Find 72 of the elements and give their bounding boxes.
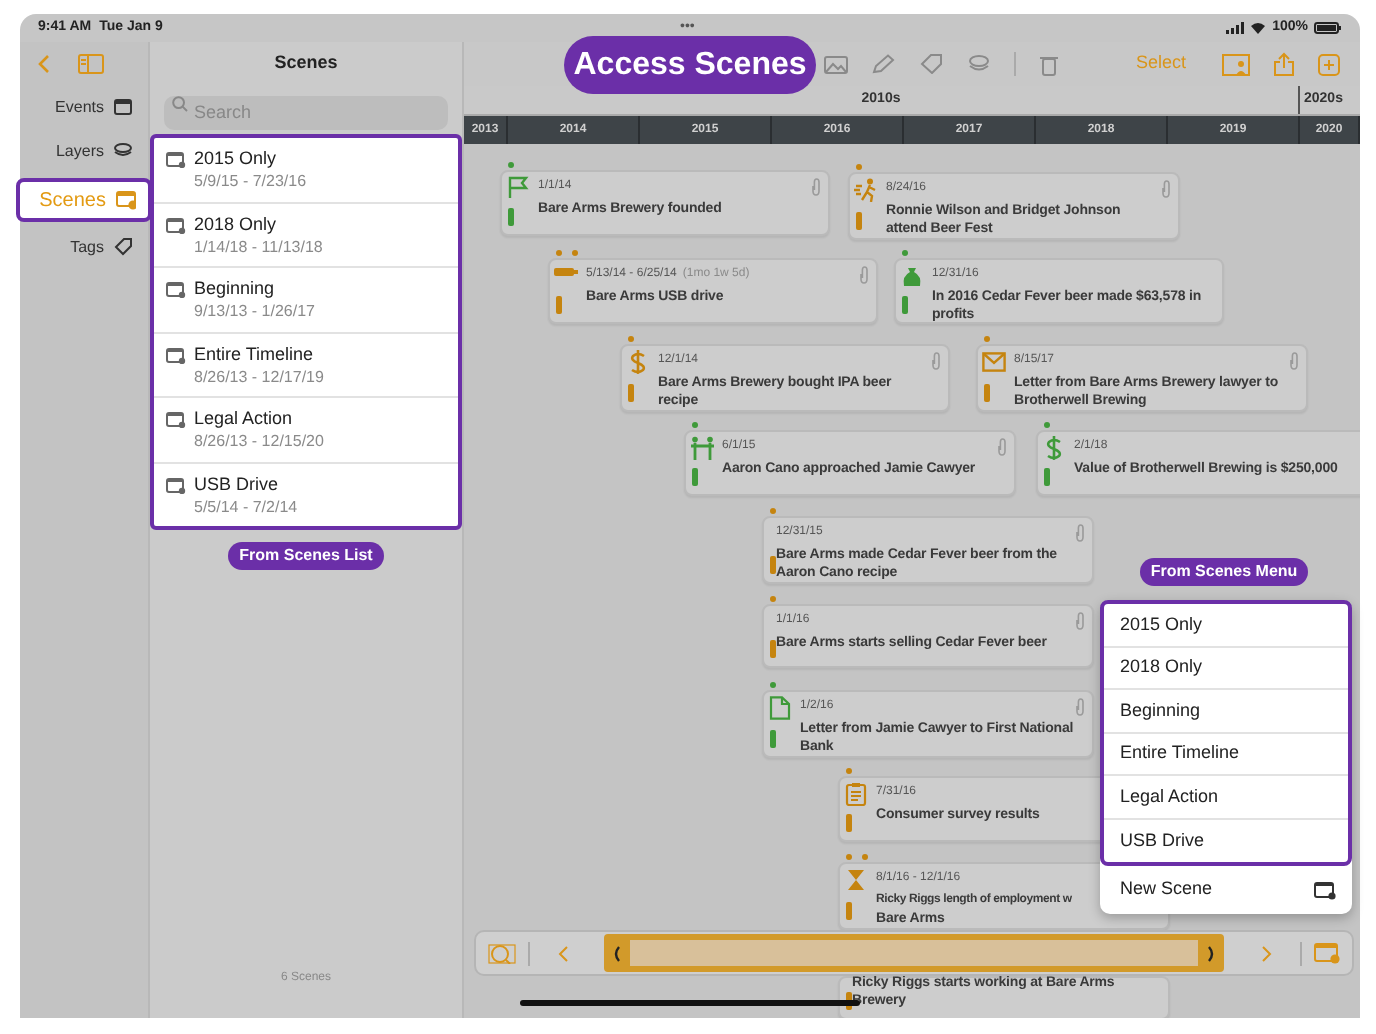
battery-icon bbox=[1314, 22, 1342, 34]
scene-icon[interactable] bbox=[1314, 942, 1340, 964]
bracket-left-icon bbox=[612, 945, 620, 961]
scene-icon bbox=[166, 412, 186, 428]
layers-icon[interactable] bbox=[968, 54, 990, 74]
search-icon bbox=[172, 95, 188, 111]
menu-item[interactable]: Legal Action bbox=[1104, 776, 1348, 819]
scene-name: Legal Action bbox=[194, 408, 295, 430]
chevron-left-icon[interactable] bbox=[558, 945, 568, 961]
presentation-icon[interactable] bbox=[1222, 53, 1250, 75]
menu-item[interactable]: 2015 Only bbox=[1104, 604, 1348, 647]
pencil-icon[interactable] bbox=[872, 54, 896, 74]
scene-dates: 8/26/13 - 12/15/20 bbox=[194, 430, 324, 452]
share-icon[interactable] bbox=[1274, 52, 1294, 76]
scene-icon bbox=[116, 190, 136, 210]
scene-dates: 5/9/15 - 7/23/16 bbox=[194, 170, 307, 192]
menu-item[interactable]: Entire Timeline bbox=[1104, 733, 1348, 776]
scene-row[interactable]: Legal Action 8/26/13 - 12/15/20 bbox=[154, 398, 458, 463]
calendar-icon bbox=[114, 98, 134, 118]
tag-icon bbox=[114, 238, 134, 258]
people-icon bbox=[690, 436, 714, 460]
callout-label: From Scenes Menu bbox=[1140, 558, 1308, 586]
back-icon[interactable] bbox=[38, 54, 50, 74]
sidebar-item[interactable]: Tags bbox=[20, 230, 148, 266]
callout-label: From Scenes List bbox=[227, 542, 385, 570]
wifi-icon bbox=[1250, 22, 1267, 34]
trash-icon[interactable] bbox=[1040, 53, 1058, 75]
scene-name: Entire Timeline bbox=[194, 343, 316, 365]
bracket-right-icon bbox=[1208, 945, 1216, 961]
tag-icon[interactable] bbox=[920, 54, 944, 74]
scene-row[interactable]: 2015 Only 5/9/15 - 7/23/16 bbox=[154, 138, 458, 203]
scene-icon bbox=[166, 282, 186, 298]
visible-range-handle[interactable] bbox=[604, 934, 1224, 972]
image-icon[interactable] bbox=[824, 55, 848, 73]
sidebar-icon[interactable] bbox=[78, 54, 104, 74]
scene-icon bbox=[166, 477, 186, 493]
add-icon[interactable] bbox=[1318, 53, 1340, 75]
document-icon bbox=[768, 696, 792, 720]
sidebar-item[interactable]: Events bbox=[20, 90, 148, 126]
layers-icon bbox=[114, 142, 134, 162]
scene-row[interactable]: 2018 Only 1/14/18 - 11/13/18 bbox=[154, 203, 458, 268]
scene-dates: 1/14/18 - 11/13/18 bbox=[194, 235, 323, 257]
scene-name: Beginning bbox=[194, 278, 277, 300]
runner-icon bbox=[854, 178, 878, 202]
signal-icon bbox=[1226, 22, 1245, 34]
scene-icon bbox=[166, 217, 186, 233]
scene-name: USB Drive bbox=[194, 473, 281, 495]
scene-dates: 8/26/13 - 12/17/19 bbox=[194, 365, 324, 387]
clipboard-icon bbox=[844, 782, 868, 806]
menu-item[interactable]: Beginning bbox=[1104, 690, 1348, 733]
chevron-right-icon[interactable] bbox=[1262, 945, 1272, 961]
scene-row[interactable]: Beginning 9/13/13 - 1/26/17 bbox=[154, 268, 458, 333]
scene-dates: 5/5/14 - 7/2/14 bbox=[194, 495, 298, 517]
scene-name: 2015 Only bbox=[194, 148, 279, 170]
money-bag-icon bbox=[900, 264, 924, 288]
flag-icon bbox=[506, 176, 530, 200]
scene-name: 2018 Only bbox=[194, 213, 279, 235]
scene-dates: 9/13/13 - 1/26/17 bbox=[194, 300, 315, 322]
dollar-icon bbox=[1042, 436, 1066, 460]
scene-row[interactable]: USB Drive 5/5/14 - 7/2/14 bbox=[154, 463, 458, 526]
panel-title: Scenes bbox=[274, 50, 338, 77]
dollar-icon bbox=[626, 350, 650, 374]
callout-label: Access Scenes bbox=[564, 36, 816, 94]
envelope-icon bbox=[982, 350, 1006, 374]
scene-icon bbox=[166, 152, 186, 168]
scene-icon bbox=[166, 347, 186, 363]
menu-item[interactable]: 2018 Only bbox=[1104, 647, 1348, 690]
scene-icon bbox=[1314, 881, 1336, 899]
scene-row[interactable]: Entire Timeline 8/26/13 - 12/17/19 bbox=[154, 333, 458, 398]
hourglass-icon bbox=[844, 868, 868, 892]
zoom-icon[interactable] bbox=[488, 943, 516, 963]
sidebar-item[interactable]: Layers bbox=[20, 134, 148, 170]
